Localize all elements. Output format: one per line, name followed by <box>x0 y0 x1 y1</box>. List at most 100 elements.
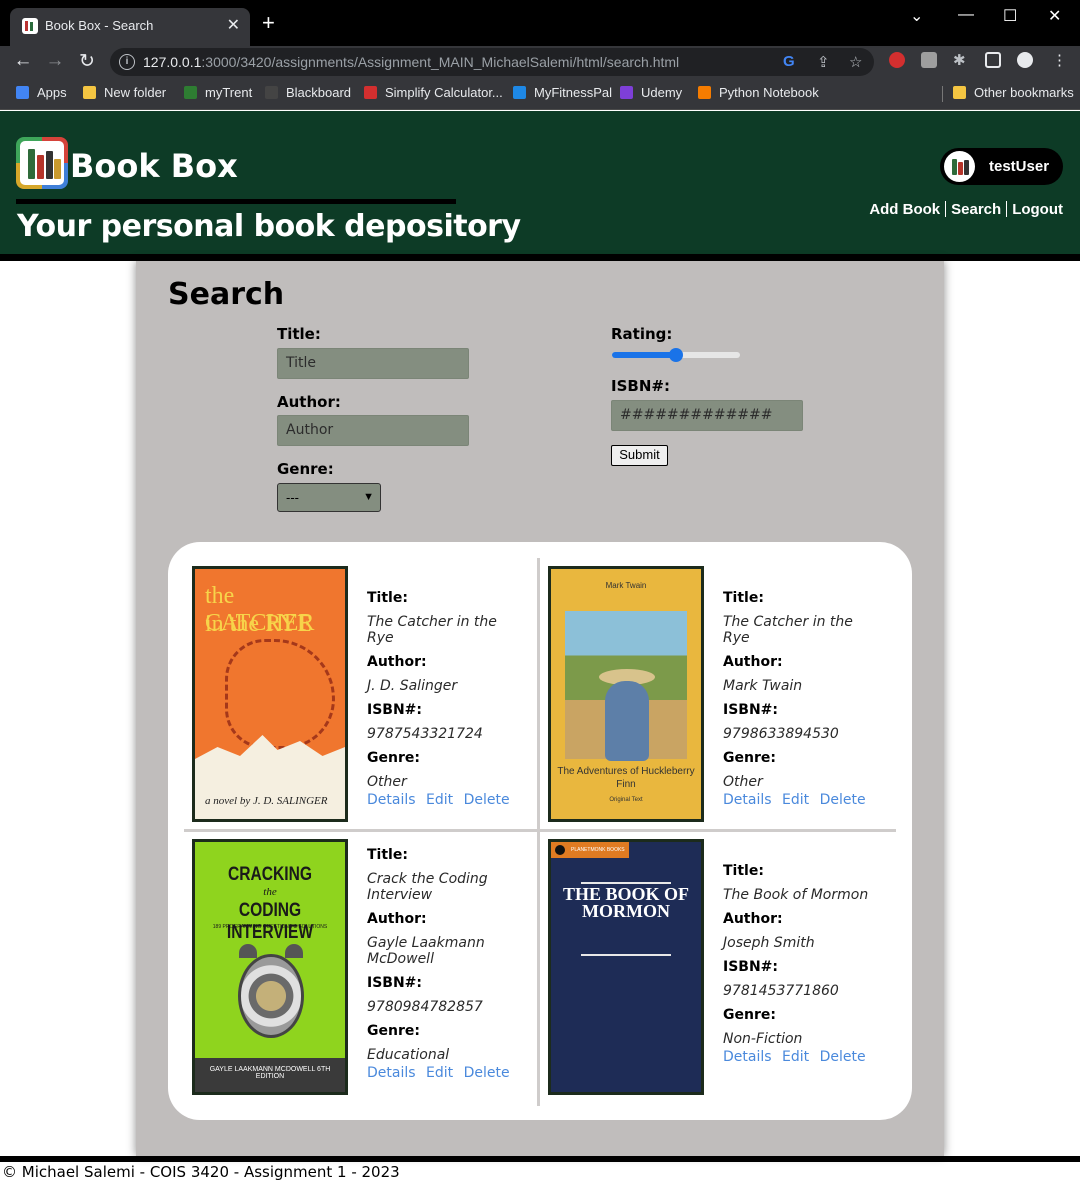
rating-label: Rating: <box>611 325 673 343</box>
close-window-icon[interactable]: ✕ <box>1048 6 1061 26</box>
site-info-icon[interactable]: i <box>119 54 135 70</box>
delete-link[interactable]: Delete <box>820 792 866 808</box>
book-cover-image: CRACKING the CODING INTERVIEW 189 PROGRA… <box>192 839 348 1095</box>
genre-selected-value: --- <box>286 490 299 505</box>
bookmark-simplify-calculator[interactable]: Simplify Calculator... <box>364 85 503 100</box>
avatar <box>944 151 975 182</box>
isbn-input[interactable]: ############# <box>611 400 803 431</box>
title-underline <box>16 199 456 204</box>
google-icon[interactable]: G <box>783 53 795 70</box>
extension-adblock-icon[interactable] <box>889 52 905 68</box>
edit-link[interactable]: Edit <box>782 1049 809 1065</box>
book-genre-label: Genre: <box>723 750 776 766</box>
myfitnesspal-icon <box>513 86 526 99</box>
notebook-icon <box>698 86 711 99</box>
bookmark-blackboard[interactable]: Blackboard <box>265 85 351 100</box>
bookmark-mytrent[interactable]: myTrent <box>184 85 252 100</box>
delete-link[interactable]: Delete <box>464 1065 510 1081</box>
book-isbn: 9798633894530 <box>723 726 839 742</box>
tab-title: Book Box - Search <box>45 18 154 33</box>
browser-tab[interactable]: Book Box - Search ✕ <box>10 8 250 46</box>
submit-button[interactable]: Submit <box>611 445 668 466</box>
cover-author-band: GAYLE LAAKMANN MCDOWELL 6TH EDITION <box>195 1058 345 1092</box>
profile-icon[interactable] <box>1017 52 1033 68</box>
book-title: The Catcher in the Rye <box>367 614 497 646</box>
clock-bell-icon <box>285 944 303 958</box>
author-input[interactable]: Author <box>277 415 469 446</box>
delete-link[interactable]: Delete <box>820 1049 866 1065</box>
edit-link[interactable]: Edit <box>782 792 809 808</box>
rating-slider-thumb[interactable] <box>669 348 683 362</box>
bookmark-myfitnesspal[interactable]: MyFitnessPal <box>513 85 612 100</box>
book-genre-label: Genre: <box>367 1023 420 1039</box>
address-bar[interactable]: i 127.0.0.1:3000/3420/assignments/Assign… <box>110 48 874 76</box>
minimize-icon[interactable]: — <box>958 6 974 24</box>
nav-search[interactable]: Search <box>951 201 1001 218</box>
book-author: Mark Twain <box>723 678 803 694</box>
folder-icon <box>953 86 966 99</box>
browser-titlebar: Book Box - Search ✕ + ⌄ — ☐ ✕ <box>0 0 1080 46</box>
nav-add-book[interactable]: Add Book <box>869 201 940 218</box>
forward-icon[interactable]: → <box>43 50 67 72</box>
title-input[interactable]: Title <box>277 348 469 379</box>
book-info: Title: The Book of Mormon Author: Joseph… <box>723 863 883 1065</box>
edit-link[interactable]: Edit <box>426 792 453 808</box>
details-link[interactable]: Details <box>367 792 416 808</box>
details-link[interactable]: Details <box>723 792 772 808</box>
extension-icon[interactable] <box>921 52 937 68</box>
carousel-horse-illustration <box>225 639 335 749</box>
new-tab-icon[interactable]: + <box>262 12 275 34</box>
back-icon[interactable]: ← <box>11 50 35 72</box>
details-link[interactable]: Details <box>723 1049 772 1065</box>
cover-rule <box>581 954 671 956</box>
book-genre-label: Genre: <box>367 750 420 766</box>
reload-icon[interactable]: ↻ <box>75 50 99 73</box>
cover-title-line: the <box>263 886 277 898</box>
book-author: Gayle Laakmann McDowell <box>367 935 485 967</box>
publisher-logo-icon <box>555 845 565 855</box>
tab-favicon-icon <box>22 18 38 34</box>
details-link[interactable]: Details <box>367 1065 416 1081</box>
blackboard-icon <box>265 86 278 99</box>
maximize-icon[interactable]: ☐ <box>1003 6 1017 26</box>
book-actions: Details Edit Delete <box>723 792 883 808</box>
side-panel-icon[interactable] <box>985 52 1001 68</box>
tab-search-icon[interactable]: ⌄ <box>910 6 923 26</box>
title-label: Title: <box>277 325 321 343</box>
username: testUser <box>989 158 1050 175</box>
bookmark-new-folder[interactable]: New folder <box>83 85 166 100</box>
edit-link[interactable]: Edit <box>426 1065 453 1081</box>
close-tab-icon[interactable]: ✕ <box>227 15 240 35</box>
genre-select[interactable]: --- ▼ <box>277 483 381 512</box>
rating-slider[interactable] <box>612 348 740 362</box>
menu-kebab-icon[interactable]: ⋮ <box>1052 51 1067 69</box>
book-title: The Book of Mormon <box>723 887 869 903</box>
bookmark-other[interactable]: Other bookmarks <box>953 85 1074 100</box>
bookmark-apps[interactable]: Apps <box>16 85 67 100</box>
user-badge[interactable]: testUser <box>940 148 1063 185</box>
extensions-puzzle-icon[interactable]: ✱ <box>953 51 966 69</box>
bookmarks-bar: Apps New folder myTrent Blackboard Simpl… <box>0 78 1080 110</box>
folder-icon <box>83 86 96 99</box>
book-actions: Details Edit Delete <box>367 1065 527 1081</box>
share-icon[interactable]: ⇪ <box>817 53 830 71</box>
book-cover-image: the CATCHER in the RYE a novel by J. D. … <box>192 566 348 822</box>
book-genre: Other <box>723 774 763 790</box>
huck-finn-illustration <box>565 611 687 761</box>
book-cover-image: PLANETMONK BOOKS THE BOOK OF MORMON <box>548 839 704 1095</box>
bookmark-python-notebook[interactable]: Python Notebook <box>698 85 819 100</box>
results-divider-horizontal <box>184 829 896 832</box>
bookmark-star-icon[interactable]: ☆ <box>849 53 862 71</box>
chevron-down-icon: ▼ <box>363 491 374 503</box>
bookmark-udemy[interactable]: Udemy <box>620 85 682 100</box>
nav-logout[interactable]: Logout <box>1012 201 1063 218</box>
cover-title: The Adventures of Huckleberry Finn <box>557 766 695 790</box>
cover-publisher: PLANETMONK BOOKS <box>571 847 625 853</box>
book-isbn-label: ISBN#: <box>723 702 779 718</box>
delete-link[interactable]: Delete <box>464 792 510 808</box>
book-isbn-label: ISBN#: <box>367 975 423 991</box>
book-actions: Details Edit Delete <box>723 1049 883 1065</box>
mytrent-icon <box>184 86 197 99</box>
url-text: 127.0.0.1:3000/3420/assignments/Assignme… <box>143 54 680 70</box>
book-isbn-label: ISBN#: <box>723 959 779 975</box>
